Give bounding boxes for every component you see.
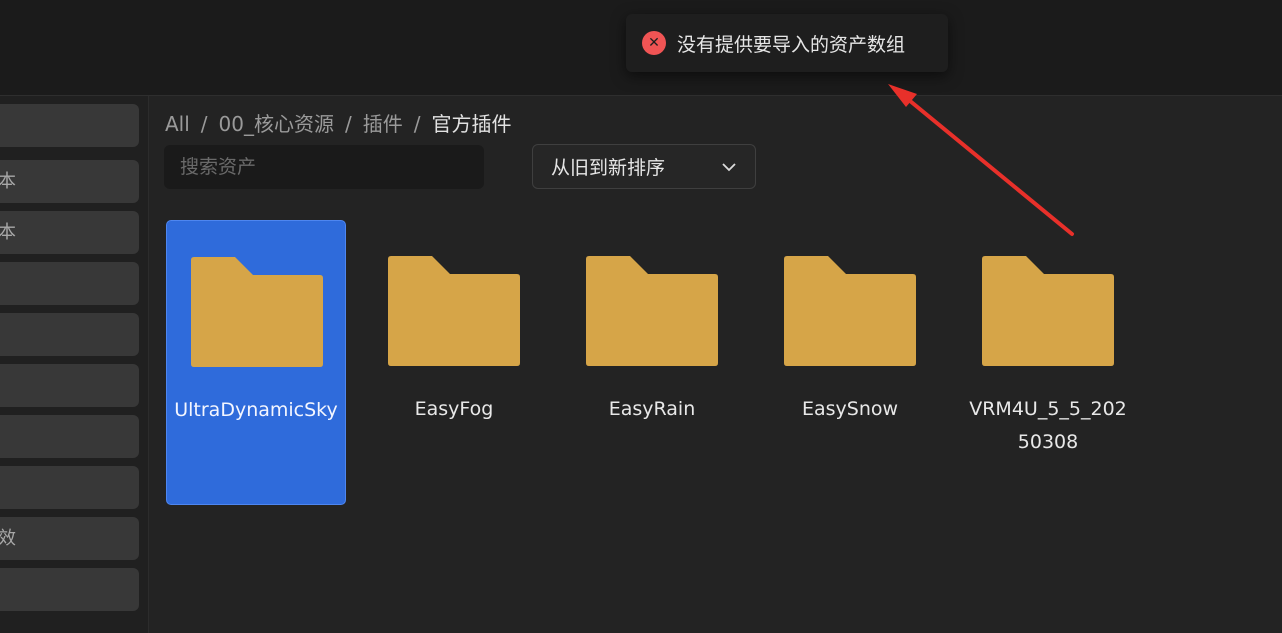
sidebar-item[interactable]: 本 — [0, 160, 139, 203]
breadcrumb: All / 00_核心资源 / 插件 / 官方插件 — [165, 108, 512, 137]
folder-icon — [784, 256, 916, 366]
breadcrumb-separator: / — [413, 112, 421, 136]
sidebar: 本 本 效 — [0, 96, 149, 633]
sidebar-item[interactable] — [0, 262, 139, 305]
folder-name: EasyRain — [608, 398, 696, 420]
folder-name: UltraDynamicSky — [174, 399, 338, 421]
sort-dropdown[interactable]: 从旧到新排序 — [532, 144, 756, 189]
folder-name: EasyFog — [414, 398, 494, 420]
sidebar-item[interactable]: 本 — [0, 211, 139, 254]
breadcrumb-item-plugins[interactable]: 插件 — [363, 112, 403, 136]
folder-icon — [191, 257, 323, 367]
breadcrumb-item-core[interactable]: 00_核心资源 — [219, 112, 334, 136]
error-circle-icon: ✕ — [642, 31, 666, 55]
sidebar-item[interactable] — [0, 568, 139, 611]
folder-name: EasySnow — [801, 398, 899, 420]
sidebar-item[interactable] — [0, 313, 139, 356]
folder-item[interactable]: EasyRain — [562, 220, 742, 505]
folder-item[interactable]: VRM4U_5_5_20250308 — [958, 220, 1138, 505]
search-input[interactable] — [164, 145, 484, 189]
folder-icon — [982, 256, 1114, 366]
error-toast: ✕ 没有提供要导入的资产数组 — [626, 14, 948, 72]
toast-message: 没有提供要导入的资产数组 — [677, 33, 906, 56]
sidebar-item[interactable] — [0, 466, 139, 509]
breadcrumb-separator: / — [200, 112, 208, 136]
folder-name: VRM4U_5_5_20250308 — [969, 398, 1127, 453]
breadcrumb-item-current: 官方插件 — [431, 112, 512, 136]
sidebar-item[interactable] — [0, 364, 139, 407]
sidebar-item[interactable] — [0, 104, 139, 147]
folder-item[interactable]: EasySnow — [760, 220, 940, 505]
chevron-down-icon — [722, 163, 736, 172]
breadcrumb-item-all[interactable]: All — [165, 112, 190, 136]
sidebar-item[interactable] — [0, 415, 139, 458]
folder-icon — [388, 256, 520, 366]
folder-item[interactable]: EasyFog — [364, 220, 544, 505]
sort-label: 从旧到新排序 — [551, 157, 666, 179]
folder-item[interactable]: UltraDynamicSky — [166, 220, 346, 505]
breadcrumb-separator: / — [345, 112, 352, 136]
sidebar-item[interactable]: 效 — [0, 517, 139, 560]
folder-icon — [586, 256, 718, 366]
